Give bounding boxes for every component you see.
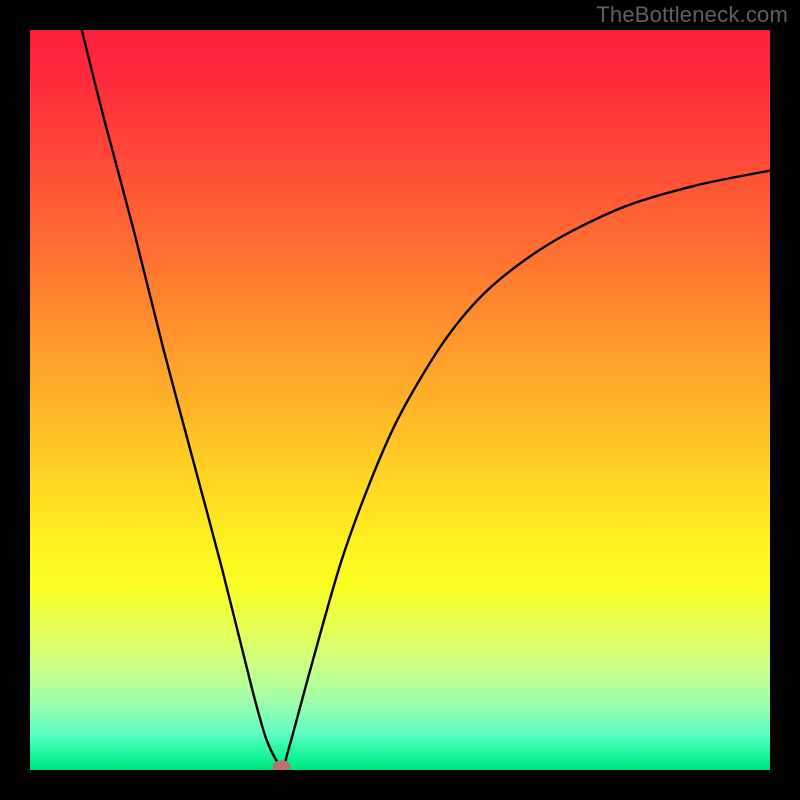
bottleneck-chart [30,30,770,770]
chart-container: TheBottleneck.com [0,0,800,800]
watermark-text: TheBottleneck.com [596,2,788,28]
curve-layer [30,30,770,770]
optimal-point-marker [273,760,291,770]
bottleneck-curve [82,30,770,766]
